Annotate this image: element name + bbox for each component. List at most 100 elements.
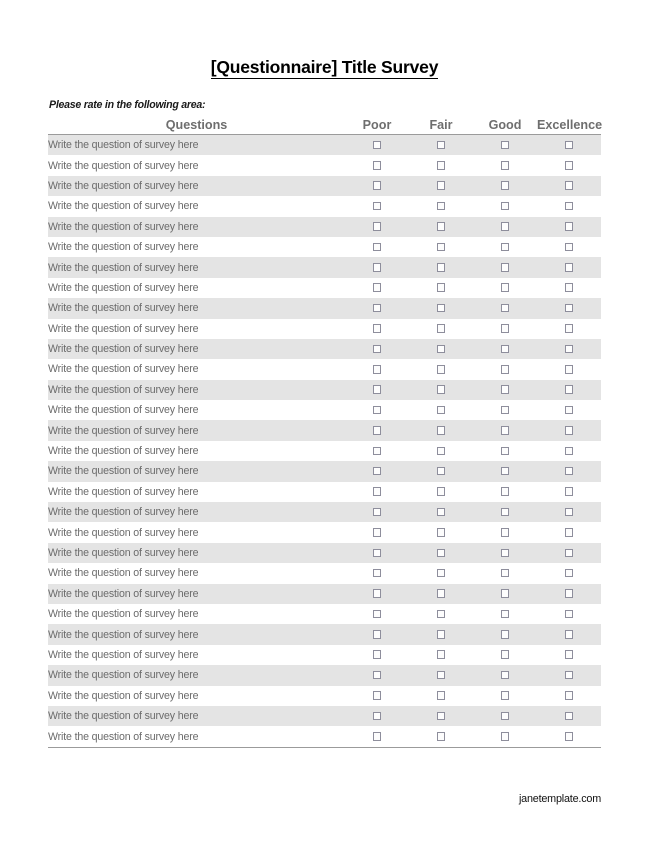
rating-cell-good[interactable] — [473, 420, 537, 441]
checkbox-fair-icon[interactable] — [436, 711, 446, 721]
rating-cell-excellence[interactable] — [537, 338, 601, 360]
rating-cell-good[interactable] — [473, 196, 537, 217]
checkbox-fair-icon[interactable] — [436, 589, 446, 598]
rating-cell-excellence[interactable] — [537, 379, 601, 401]
checkbox-fair-icon[interactable] — [436, 670, 446, 680]
checkbox-good-icon[interactable] — [500, 670, 510, 680]
rating-cell-excellence[interactable] — [537, 155, 601, 176]
checkbox-good-icon[interactable] — [500, 446, 510, 456]
checkbox-poor-icon[interactable] — [372, 711, 382, 721]
checkbox-good-icon[interactable] — [500, 385, 510, 394]
rating-cell-excellence[interactable] — [537, 134, 601, 156]
checkbox-poor-icon[interactable] — [372, 732, 382, 741]
checkbox-excellence-icon[interactable] — [564, 283, 574, 292]
checkbox-poor-icon[interactable] — [372, 222, 382, 231]
checkbox-good-icon[interactable] — [500, 324, 510, 333]
rating-cell-poor[interactable] — [345, 542, 409, 564]
checkbox-poor-icon[interactable] — [372, 507, 382, 517]
rating-cell-good[interactable] — [473, 461, 537, 482]
checkbox-excellence-icon[interactable] — [564, 487, 574, 496]
rating-cell-good[interactable] — [473, 481, 537, 503]
checkbox-fair-icon[interactable] — [436, 140, 446, 150]
checkbox-poor-icon[interactable] — [372, 140, 382, 150]
rating-cell-poor[interactable] — [345, 420, 409, 441]
rating-cell-poor[interactable] — [345, 175, 409, 197]
rating-cell-fair[interactable] — [409, 236, 473, 258]
checkbox-excellence-icon[interactable] — [564, 426, 574, 435]
checkbox-excellence-icon[interactable] — [564, 466, 574, 476]
rating-cell-fair[interactable] — [409, 563, 473, 584]
checkbox-excellence-icon[interactable] — [564, 263, 574, 272]
rating-cell-excellence[interactable] — [537, 522, 601, 543]
checkbox-good-icon[interactable] — [500, 609, 510, 619]
checkbox-poor-icon[interactable] — [372, 405, 382, 415]
checkbox-fair-icon[interactable] — [436, 609, 446, 619]
rating-cell-excellence[interactable] — [537, 318, 601, 339]
checkbox-poor-icon[interactable] — [372, 568, 382, 578]
rating-cell-good[interactable] — [473, 134, 537, 156]
checkbox-fair-icon[interactable] — [436, 242, 446, 252]
checkbox-good-icon[interactable] — [500, 161, 510, 170]
rating-cell-excellence[interactable] — [537, 502, 601, 523]
checkbox-excellence-icon[interactable] — [564, 711, 574, 721]
rating-cell-poor[interactable] — [345, 644, 409, 666]
checkbox-excellence-icon[interactable] — [564, 507, 574, 517]
rating-cell-poor[interactable] — [345, 522, 409, 543]
checkbox-excellence-icon[interactable] — [564, 161, 574, 170]
checkbox-excellence-icon[interactable] — [564, 303, 574, 313]
rating-cell-poor[interactable] — [345, 563, 409, 584]
checkbox-good-icon[interactable] — [500, 201, 510, 211]
rating-cell-fair[interactable] — [409, 481, 473, 503]
checkbox-poor-icon[interactable] — [372, 528, 382, 537]
rating-cell-poor[interactable] — [345, 257, 409, 278]
checkbox-poor-icon[interactable] — [372, 609, 382, 619]
rating-cell-good[interactable] — [473, 644, 537, 666]
checkbox-good-icon[interactable] — [500, 732, 510, 741]
rating-cell-excellence[interactable] — [537, 542, 601, 564]
checkbox-excellence-icon[interactable] — [564, 181, 574, 190]
checkbox-excellence-icon[interactable] — [564, 446, 574, 456]
rating-cell-poor[interactable] — [345, 400, 409, 421]
checkbox-excellence-icon[interactable] — [564, 691, 574, 700]
checkbox-poor-icon[interactable] — [372, 630, 382, 639]
rating-cell-fair[interactable] — [409, 624, 473, 645]
checkbox-fair-icon[interactable] — [436, 466, 446, 476]
rating-cell-fair[interactable] — [409, 400, 473, 421]
rating-cell-fair[interactable] — [409, 461, 473, 482]
checkbox-fair-icon[interactable] — [436, 507, 446, 517]
checkbox-fair-icon[interactable] — [436, 385, 446, 394]
checkbox-fair-icon[interactable] — [436, 446, 446, 456]
checkbox-poor-icon[interactable] — [372, 426, 382, 435]
checkbox-good-icon[interactable] — [500, 365, 510, 374]
rating-cell-excellence[interactable] — [537, 298, 601, 319]
checkbox-excellence-icon[interactable] — [564, 242, 574, 252]
checkbox-good-icon[interactable] — [500, 303, 510, 313]
rating-cell-excellence[interactable] — [537, 216, 601, 237]
rating-cell-excellence[interactable] — [537, 665, 601, 686]
rating-cell-poor[interactable] — [345, 216, 409, 237]
checkbox-poor-icon[interactable] — [372, 466, 382, 476]
checkbox-poor-icon[interactable] — [372, 385, 382, 394]
checkbox-good-icon[interactable] — [500, 283, 510, 292]
rating-cell-poor[interactable] — [345, 277, 409, 299]
rating-cell-good[interactable] — [473, 400, 537, 421]
checkbox-fair-icon[interactable] — [436, 487, 446, 496]
rating-cell-excellence[interactable] — [537, 257, 601, 278]
checkbox-fair-icon[interactable] — [436, 283, 446, 292]
rating-cell-fair[interactable] — [409, 216, 473, 237]
checkbox-good-icon[interactable] — [500, 568, 510, 578]
rating-cell-good[interactable] — [473, 583, 537, 604]
rating-cell-good[interactable] — [473, 359, 537, 380]
rating-cell-poor[interactable] — [345, 705, 409, 727]
rating-cell-excellence[interactable] — [537, 705, 601, 727]
checkbox-poor-icon[interactable] — [372, 181, 382, 190]
rating-cell-excellence[interactable] — [537, 175, 601, 197]
checkbox-fair-icon[interactable] — [436, 201, 446, 211]
rating-cell-fair[interactable] — [409, 257, 473, 278]
rating-cell-fair[interactable] — [409, 298, 473, 319]
checkbox-fair-icon[interactable] — [436, 732, 446, 741]
checkbox-excellence-icon[interactable] — [564, 405, 574, 415]
rating-cell-fair[interactable] — [409, 522, 473, 543]
checkbox-good-icon[interactable] — [500, 242, 510, 252]
rating-cell-good[interactable] — [473, 502, 537, 523]
